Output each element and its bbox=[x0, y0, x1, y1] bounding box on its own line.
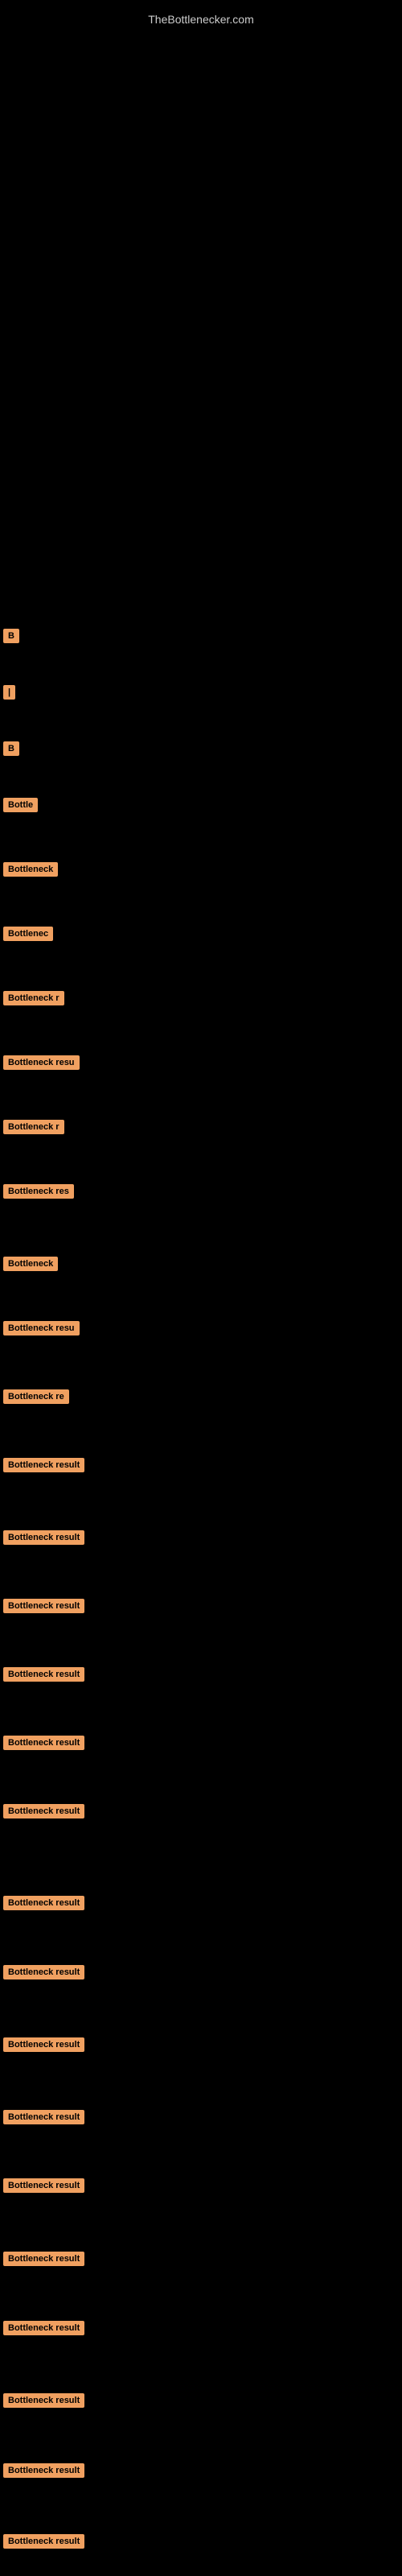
bottleneck-result-badge[interactable]: Bottleneck result bbox=[3, 1458, 84, 1472]
bottleneck-badge-row: Bottleneck resu bbox=[3, 1320, 80, 1335]
bottleneck-result-badge[interactable]: Bottleneck result bbox=[3, 1804, 84, 1818]
bottleneck-result-badge[interactable]: Bottleneck result bbox=[3, 1530, 84, 1545]
bottleneck-result-badge[interactable]: B bbox=[3, 741, 19, 756]
bottleneck-result-badge[interactable]: Bottleneck res bbox=[3, 1184, 74, 1199]
bottleneck-badge-row: B bbox=[3, 628, 19, 643]
bottleneck-result-badge[interactable]: Bottleneck result bbox=[3, 2037, 84, 2052]
bottleneck-result-badge[interactable]: Bottleneck result bbox=[3, 1965, 84, 1979]
bottleneck-badge-row: Bottleneck re bbox=[3, 1389, 69, 1404]
bottleneck-result-badge[interactable]: | bbox=[3, 685, 15, 700]
bottleneck-result-badge[interactable]: Bottleneck result bbox=[3, 2110, 84, 2124]
bottleneck-result-badge[interactable]: Bottleneck resu bbox=[3, 1055, 80, 1070]
bottleneck-result-badge[interactable]: Bottleneck result bbox=[3, 2393, 84, 2408]
bottleneck-badge-row: Bottleneck result bbox=[3, 2109, 84, 2124]
bottleneck-badge-row: Bottleneck result bbox=[3, 2533, 84, 2549]
bottleneck-badge-row: Bottleneck result bbox=[3, 2251, 84, 2266]
bottleneck-result-badge[interactable]: Bottleneck result bbox=[3, 2463, 84, 2478]
bottleneck-result-badge[interactable]: B bbox=[3, 629, 19, 643]
bottleneck-badge-row: Bottleneck res bbox=[3, 1183, 74, 1199]
bottleneck-badge-row: Bottleneck result bbox=[3, 1895, 84, 1910]
bottleneck-badge-row: Bottleneck result bbox=[3, 1964, 84, 1979]
bottleneck-badge-row: Bottleneck r bbox=[3, 990, 64, 1005]
bottleneck-result-badge[interactable]: Bottleneck result bbox=[3, 2252, 84, 2266]
bottleneck-result-badge[interactable]: Bottleneck result bbox=[3, 2534, 84, 2549]
bottleneck-badge-row: B bbox=[3, 741, 19, 756]
bottleneck-badge-row: Bottleneck result bbox=[3, 1457, 84, 1472]
bottleneck-badge-row: Bottleneck r bbox=[3, 1119, 64, 1134]
bottleneck-badge-row: Bottleneck result bbox=[3, 1598, 84, 1613]
bottleneck-badge-row: Bottleneck result bbox=[3, 2320, 84, 2335]
bottleneck-result-badge[interactable]: Bottleneck bbox=[3, 862, 58, 877]
bottleneck-result-badge[interactable]: Bottlenec bbox=[3, 927, 53, 941]
bottleneck-badge-row: Bottleneck resu bbox=[3, 1055, 80, 1070]
bottleneck-result-badge[interactable]: Bottleneck result bbox=[3, 2178, 84, 2193]
bottleneck-badge-row: Bottleneck result bbox=[3, 1530, 84, 1545]
bottleneck-result-badge[interactable]: Bottleneck result bbox=[3, 1599, 84, 1613]
bottleneck-result-badge[interactable]: Bottle bbox=[3, 798, 38, 812]
bottleneck-badge-row: Bottleneck result bbox=[3, 2178, 84, 2193]
bottleneck-badge-row: Bottle bbox=[3, 797, 38, 812]
bottleneck-result-badge[interactable]: Bottleneck r bbox=[3, 1120, 64, 1134]
bottleneck-badge-row: Bottlenec bbox=[3, 926, 53, 941]
bottleneck-badge-row: Bottleneck result bbox=[3, 1735, 84, 1750]
bottleneck-badge-row: Bottleneck bbox=[3, 1256, 58, 1271]
bottleneck-badge-row: Bottleneck result bbox=[3, 1666, 84, 1682]
bottleneck-result-badge[interactable]: Bottleneck result bbox=[3, 1736, 84, 1750]
bottleneck-badge-row: Bottleneck result bbox=[3, 2462, 84, 2478]
bottleneck-badge-row: | bbox=[3, 684, 15, 700]
bottleneck-badge-row: Bottleneck result bbox=[3, 1803, 84, 1818]
bottleneck-result-badge[interactable]: Bottleneck result bbox=[3, 2321, 84, 2335]
bottleneck-result-badge[interactable]: Bottleneck result bbox=[3, 1667, 84, 1682]
bottleneck-badge-row: Bottleneck bbox=[3, 861, 58, 877]
bottleneck-badge-row: Bottleneck result bbox=[3, 2392, 84, 2408]
bottleneck-badge-row: Bottleneck result bbox=[3, 2037, 84, 2052]
bottleneck-result-badge[interactable]: Bottleneck bbox=[3, 1257, 58, 1271]
site-title: TheBottlenecker.com bbox=[0, 6, 402, 26]
bottleneck-result-badge[interactable]: Bottleneck result bbox=[3, 1896, 84, 1910]
bottleneck-result-badge[interactable]: Bottleneck resu bbox=[3, 1321, 80, 1335]
bottleneck-result-badge[interactable]: Bottleneck re bbox=[3, 1389, 69, 1404]
bottleneck-result-badge[interactable]: Bottleneck r bbox=[3, 991, 64, 1005]
